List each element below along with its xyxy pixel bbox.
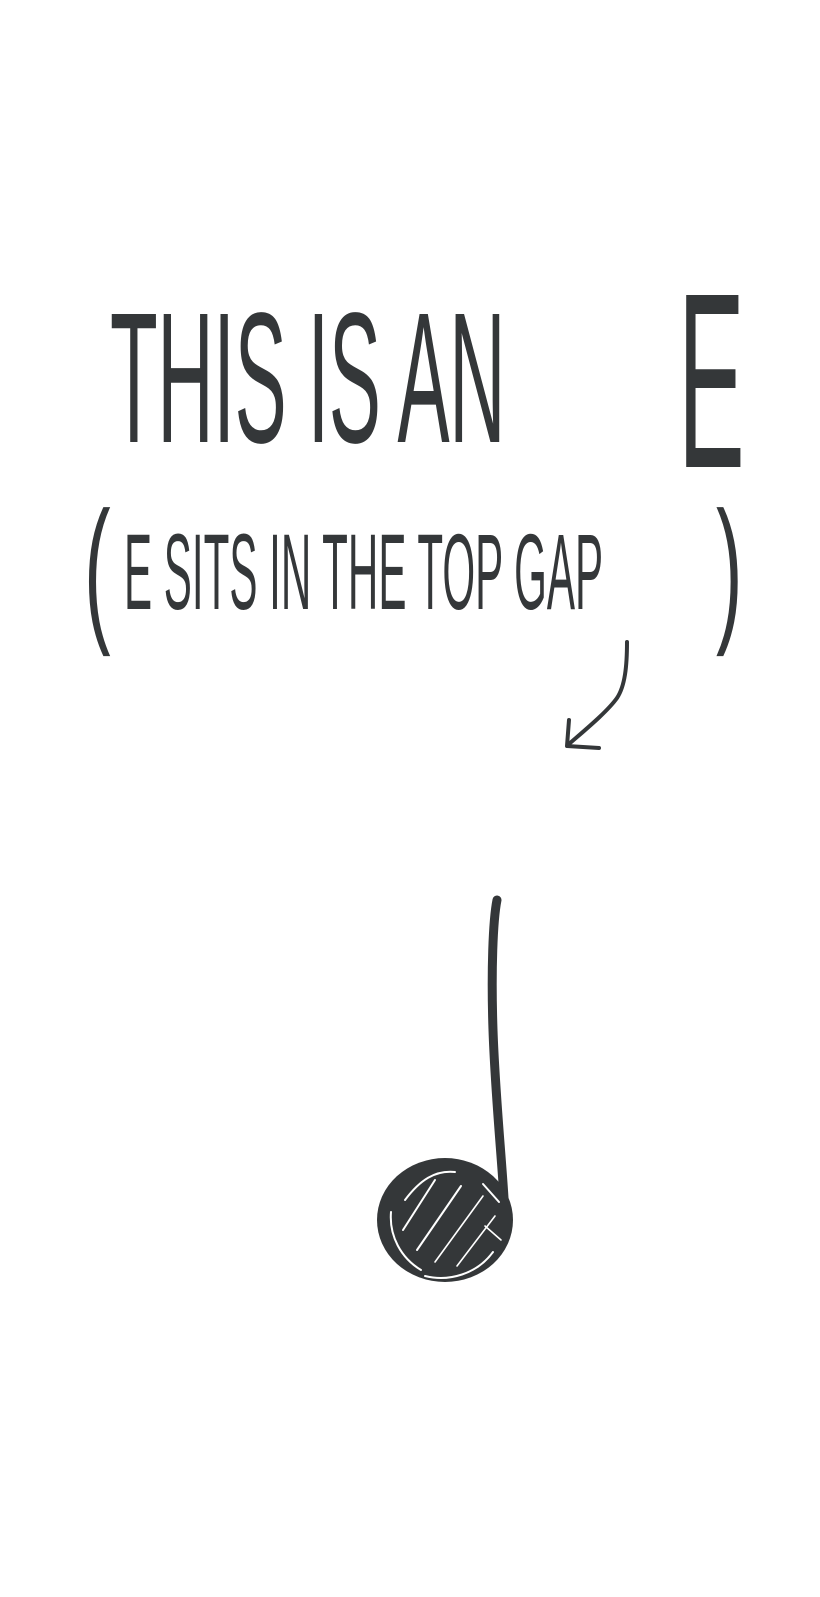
close-paren: ): [716, 478, 743, 657]
musical-note-icon: [377, 895, 513, 1282]
open-paren: (: [84, 478, 111, 657]
headline: THIS IS AN E: [110, 256, 770, 506]
subline: ( E SITS IN THE TOP GAP ): [84, 488, 774, 648]
headline-letter: E: [678, 241, 745, 520]
curved-arrow-icon: [565, 640, 629, 750]
subline-text: E SITS IN THE TOP GAP: [124, 511, 604, 632]
headline-text: THIS IS AN: [110, 275, 506, 482]
